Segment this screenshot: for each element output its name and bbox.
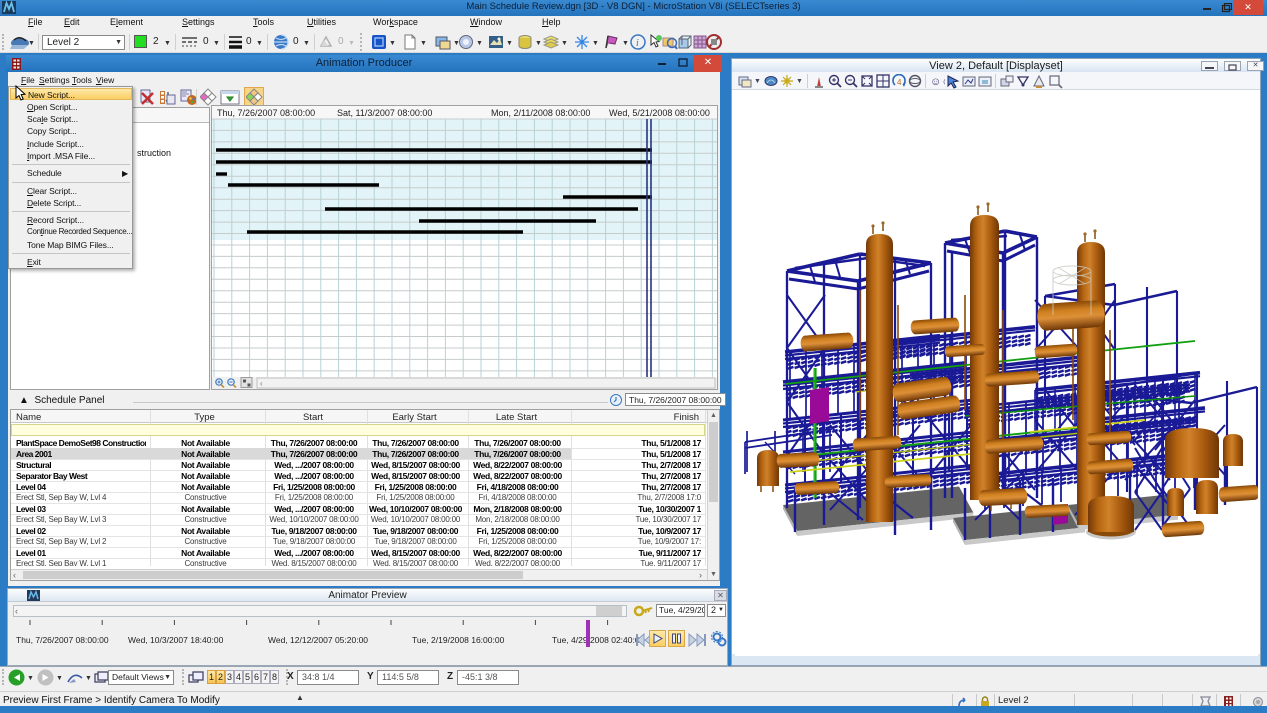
svg-text:‹: ‹ bbox=[260, 379, 263, 388]
svg-text:i: i bbox=[636, 38, 639, 49]
svg-text:Sat, 11/3/2007 08:00:00: Sat, 11/3/2007 08:00:00 bbox=[337, 108, 432, 118]
svg-text:4: 4 bbox=[897, 78, 902, 87]
svg-text:Mon, 2/11/2008 08:00:00: Mon, 2/11/2008 08:00:00 bbox=[491, 108, 590, 118]
svg-text:Wed, 5/21/2008 08:00:00: Wed, 5/21/2008 08:00:00 bbox=[609, 108, 710, 118]
svg-text:Thu, 7/26/2007 08:00:00: Thu, 7/26/2007 08:00:00 bbox=[217, 108, 315, 118]
svg-text:☺☺: ☺☺ bbox=[930, 76, 945, 88]
